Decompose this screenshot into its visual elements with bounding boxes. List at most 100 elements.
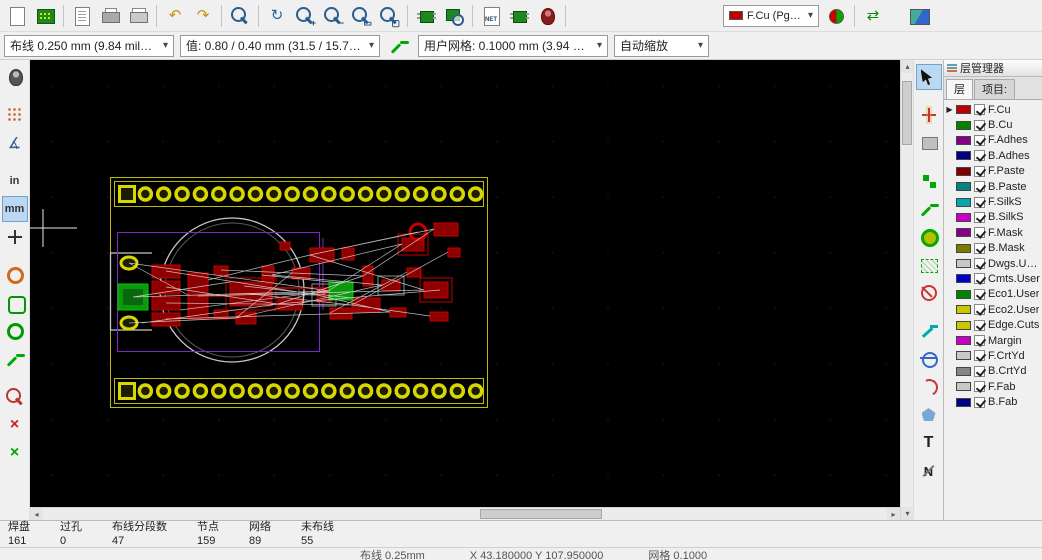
add-graphic-arc-button[interactable] bbox=[916, 374, 942, 400]
footprint-editor-button[interactable] bbox=[413, 3, 439, 29]
layer-color-swatch[interactable] bbox=[956, 305, 971, 314]
layer-row[interactable]: Margin bbox=[944, 333, 1042, 348]
layer-row[interactable]: F.Mask bbox=[944, 225, 1042, 240]
layer-visibility-checkbox[interactable] bbox=[974, 227, 985, 238]
layer-visibility-checkbox[interactable] bbox=[974, 181, 985, 192]
layer-color-swatch[interactable] bbox=[956, 121, 971, 130]
zoom-in-button[interactable]: + bbox=[292, 3, 318, 29]
layer-row[interactable]: Edge.Cuts bbox=[944, 317, 1042, 332]
tracks-sketch-button[interactable] bbox=[2, 346, 28, 372]
layer-visibility-checkbox[interactable] bbox=[974, 104, 985, 115]
layer-visibility-checkbox[interactable] bbox=[974, 320, 985, 331]
track-width-dropdown[interactable]: 布线 0.250 mm (9.84 mils) * ▾ bbox=[4, 35, 174, 57]
drc-off-button[interactable] bbox=[2, 64, 28, 90]
layer-row[interactable]: B.Fab bbox=[944, 394, 1042, 409]
page-settings-button[interactable] bbox=[69, 3, 95, 29]
horizontal-scroll-thumb[interactable] bbox=[480, 509, 602, 519]
layer-row[interactable]: Dwgs.User bbox=[944, 256, 1042, 271]
netlist-button[interactable]: NET bbox=[478, 3, 504, 29]
layer-visibility-checkbox[interactable] bbox=[974, 166, 985, 177]
zoom-out-button[interactable]: − bbox=[320, 3, 346, 29]
layer-visibility-checkbox[interactable] bbox=[974, 212, 985, 223]
layer-color-swatch[interactable] bbox=[956, 321, 971, 330]
zoom-selection-button[interactable]: ▢ bbox=[376, 3, 402, 29]
layer-row[interactable]: B.CrtYd bbox=[944, 364, 1042, 379]
layer-row[interactable]: B.Paste bbox=[944, 179, 1042, 194]
user-grid-dropdown[interactable]: 用户网格: 0.1000 mm (3.94 mils) ▾ bbox=[418, 35, 608, 57]
layer-visibility-checkbox[interactable] bbox=[974, 289, 985, 300]
undo-button[interactable]: ↶ bbox=[162, 3, 188, 29]
layer-visibility-checkbox[interactable] bbox=[974, 335, 985, 346]
layer-row[interactable]: B.SilkS bbox=[944, 210, 1042, 225]
add-footprint-button[interactable] bbox=[916, 168, 942, 194]
add-keepout-button[interactable] bbox=[916, 280, 942, 306]
add-text-button[interactable]: T bbox=[916, 430, 942, 456]
layer-row[interactable]: B.Mask bbox=[944, 241, 1042, 256]
grid-visibility-button[interactable] bbox=[2, 102, 28, 128]
tab-items[interactable]: 项目: bbox=[974, 79, 1015, 99]
layer-color-swatch[interactable] bbox=[956, 136, 971, 145]
add-via-button[interactable] bbox=[916, 224, 942, 250]
layer-visibility-checkbox[interactable] bbox=[974, 120, 985, 131]
layer-visibility-checkbox[interactable] bbox=[974, 243, 985, 254]
layer-visibility-checkbox[interactable] bbox=[974, 258, 985, 269]
layer-color-swatch[interactable] bbox=[956, 274, 971, 283]
layer-row[interactable]: Cmts.User bbox=[944, 271, 1042, 286]
print-button[interactable] bbox=[97, 3, 123, 29]
layer-visibility-checkbox[interactable] bbox=[974, 350, 985, 361]
layer-row[interactable]: F.Fab bbox=[944, 379, 1042, 394]
specctra-export-button[interactable] bbox=[506, 3, 532, 29]
layer-color-swatch[interactable] bbox=[956, 167, 971, 176]
units-mm-button[interactable]: mm bbox=[2, 196, 28, 222]
layer-row[interactable]: F.CrtYd bbox=[944, 348, 1042, 363]
zoom-fit-button[interactable]: ▭ bbox=[348, 3, 374, 29]
layer-visibility-checkbox[interactable] bbox=[974, 397, 985, 408]
footprint-viewer-button[interactable] bbox=[441, 3, 467, 29]
layer-visibility-checkbox[interactable] bbox=[974, 197, 985, 208]
layer-color-swatch[interactable] bbox=[956, 105, 971, 114]
polar-coords-button[interactable]: ∡ bbox=[2, 130, 28, 156]
layer-color-swatch[interactable] bbox=[956, 367, 971, 376]
route-tracks-button[interactable] bbox=[916, 196, 942, 222]
add-polygon-button[interactable] bbox=[916, 402, 942, 428]
zones-display-button[interactable] bbox=[2, 290, 28, 316]
add-zone-button[interactable] bbox=[916, 252, 942, 278]
plot-button[interactable] bbox=[125, 3, 151, 29]
find-button[interactable] bbox=[227, 3, 253, 29]
layer-row[interactable]: B.Cu bbox=[944, 117, 1042, 132]
layer-visibility-checkbox[interactable] bbox=[974, 150, 985, 161]
layer-row[interactable]: Eco1.User bbox=[944, 287, 1042, 302]
layer-visibility-checkbox[interactable] bbox=[974, 273, 985, 284]
layer-row[interactable]: F.Paste bbox=[944, 164, 1042, 179]
horizontal-scroll-track[interactable] bbox=[43, 508, 887, 520]
units-inch-button[interactable]: in bbox=[2, 168, 28, 194]
local-ratsnest-button[interactable] bbox=[916, 130, 942, 156]
layer-color-swatch[interactable] bbox=[956, 336, 971, 345]
layer-color-swatch[interactable] bbox=[956, 198, 971, 207]
track-cleanup-button[interactable]: × bbox=[2, 412, 28, 438]
cursor-shape-button[interactable] bbox=[2, 224, 28, 250]
redraw-button[interactable]: ↻ bbox=[264, 3, 290, 29]
layer-visibility-checkbox[interactable] bbox=[974, 381, 985, 392]
add-target-button[interactable] bbox=[916, 346, 942, 372]
open-board-button[interactable] bbox=[32, 3, 58, 29]
layer-pair-button[interactable] bbox=[823, 3, 849, 29]
pads-sketch-button[interactable] bbox=[2, 318, 28, 344]
layer-row[interactable]: F.Adhes bbox=[944, 133, 1042, 148]
layer-color-swatch[interactable] bbox=[956, 244, 971, 253]
vertical-scroll-thumb[interactable] bbox=[902, 81, 912, 145]
pcb-canvas[interactable] bbox=[30, 60, 900, 507]
zoom-level-dropdown[interactable]: 自动缩放 ▾ bbox=[614, 35, 709, 57]
ratsnest-visibility-button[interactable] bbox=[2, 262, 28, 288]
layer-row[interactable]: B.Adhes bbox=[944, 148, 1042, 163]
layer-visibility-checkbox[interactable] bbox=[974, 366, 985, 377]
tab-layers[interactable]: 层 bbox=[946, 79, 973, 99]
add-graphic-line-button[interactable] bbox=[916, 318, 942, 344]
layer-color-swatch[interactable] bbox=[956, 213, 971, 222]
vertical-scrollbar[interactable]: ▴ ▾ bbox=[900, 60, 913, 520]
high-contrast-button[interactable] bbox=[2, 384, 28, 410]
layer-color-swatch[interactable] bbox=[956, 351, 971, 360]
highlight-net-button[interactable] bbox=[916, 102, 942, 128]
layer-color-swatch[interactable] bbox=[956, 182, 971, 191]
select-tool-button[interactable] bbox=[916, 64, 942, 90]
